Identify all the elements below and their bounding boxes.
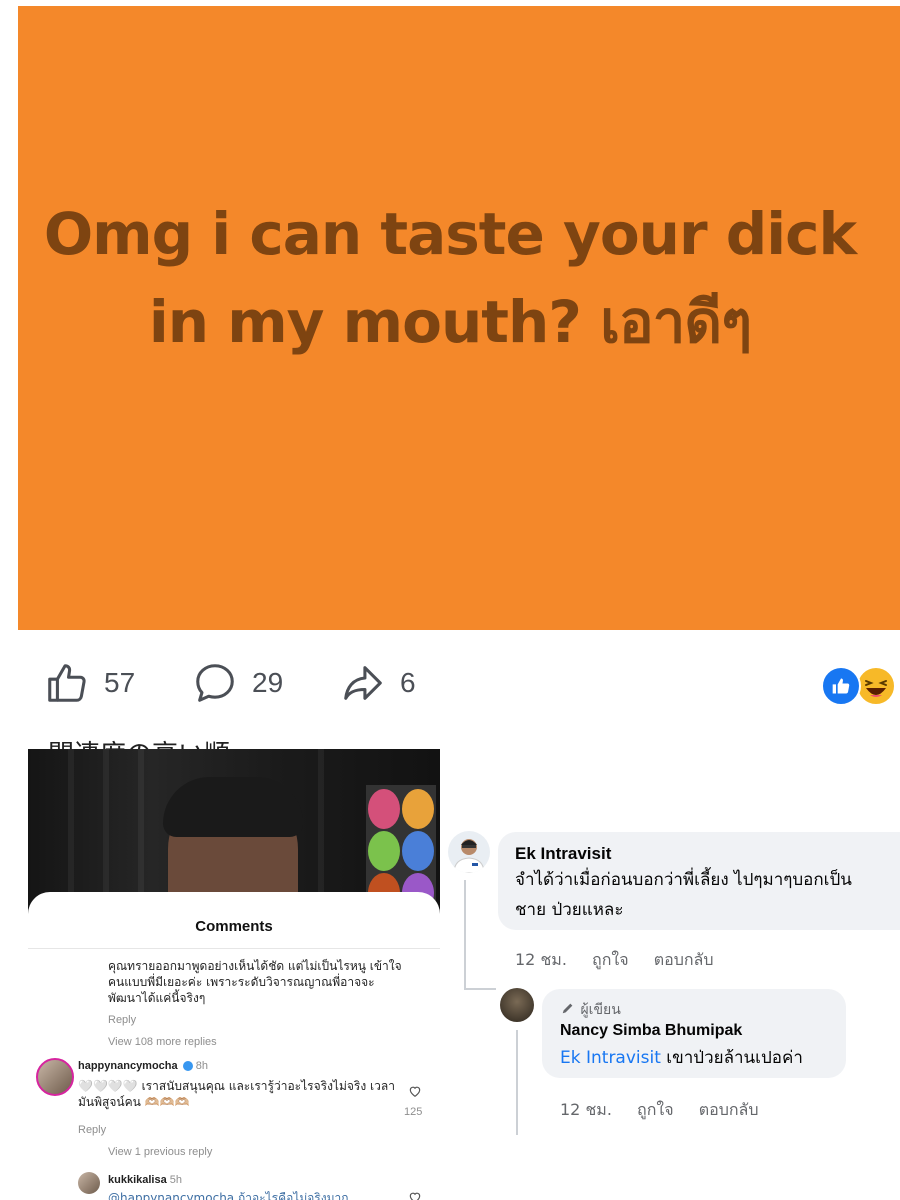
comments-title: Comments [195, 918, 273, 935]
thread-line [464, 880, 466, 990]
comment-author-name[interactable]: Nancy Simba Bhumipak [560, 1022, 742, 1040]
comment-username[interactable]: happynancymocha [78, 1060, 178, 1072]
comment-author-name[interactable]: Ek Intravisit [515, 844, 611, 864]
pencil-icon [562, 1003, 573, 1014]
comment-text-line: Ek Intravisit เขาป่วยล้านเปอค่า [560, 1044, 803, 1072]
avatar[interactable] [78, 1172, 100, 1194]
avatar[interactable] [500, 988, 534, 1022]
comments-sheet: Comments คุณทรายออกมาพูดอย่างเห็นได้ชัด … [28, 892, 440, 1200]
comment-text: เขาป่วยล้านเปอค่า [666, 1048, 803, 1068]
haha-reaction-icon[interactable] [856, 666, 896, 706]
verified-badge-icon [182, 1061, 193, 1072]
comment-time: 12 ชม. [560, 1100, 612, 1119]
heart-icon[interactable] [408, 1190, 422, 1200]
like-reaction-icon[interactable] [821, 666, 861, 706]
post-action-bar: 57 29 6 [0, 650, 900, 714]
comment-meta: 12 ชม. ถูกใจ ตอบกลับ [515, 948, 734, 973]
mention-link[interactable]: Ek Intravisit [560, 1048, 661, 1068]
comment-time: 5h [169, 1174, 183, 1186]
reply-comment-link[interactable]: ตอบกลับ [654, 950, 714, 969]
comment-author[interactable]: happynancymocha 8h [78, 1060, 208, 1072]
like-comment-link[interactable]: ถูกใจ [637, 1100, 674, 1119]
person-hair [163, 777, 303, 837]
comment-button[interactable]: 29 [192, 660, 283, 706]
comment-username[interactable]: kukkikalisa [108, 1174, 167, 1186]
comment-meta: 12 ชม. ถูกใจ ตอบกลับ [560, 1098, 779, 1123]
comment-time: 8h [195, 1060, 209, 1072]
like-count: 125 [404, 1106, 423, 1118]
reply-comment-link[interactable]: ตอบกลับ [699, 1100, 759, 1119]
post-text: Omg i can taste your dick in my mouth? เ… [43, 200, 857, 356]
comment-time: 12 ชม. [515, 950, 567, 969]
view-previous-reply-link[interactable]: View 1 previous reply [108, 1146, 212, 1158]
author-badge-label: ผู้เขียน [580, 1002, 621, 1018]
share-arrow-icon [340, 660, 386, 706]
reply-link[interactable]: Reply [78, 1124, 106, 1136]
comment-text: คุณทรายออกมาพูดอย่างเห็นได้ชัด แต่ไม่เป็… [108, 959, 402, 1005]
author-badge: ผู้เขียน [560, 999, 621, 1021]
comment-text: @happynancymocha ถ้าอะไรคือไม่จริงมาก [108, 1191, 349, 1200]
reply-link[interactable]: Reply [108, 1014, 136, 1026]
avatar[interactable] [448, 831, 490, 873]
like-button[interactable]: 57 [44, 660, 135, 706]
comment-bubble-icon [192, 660, 238, 706]
comment-count: 29 [252, 667, 284, 698]
thread-line [516, 1030, 518, 1135]
like-comment-link[interactable]: ถูกใจ [592, 950, 629, 969]
share-count: 6 [400, 667, 416, 698]
thread-line [464, 988, 496, 990]
comment-text-line: จำได้ว่าเมื่อก่อนบอกว่าพี่เลี้ยง ไปๆมาๆบ… [515, 870, 852, 890]
share-button[interactable]: 6 [340, 660, 416, 706]
thumbs-up-icon [44, 660, 90, 706]
divider [28, 948, 440, 949]
avatar[interactable] [36, 1058, 74, 1096]
instagram-screenshot: Comments คุณทรายออกมาพูดอย่างเห็นได้ชัด … [28, 749, 440, 1200]
like-count: 57 [104, 667, 136, 698]
comment-text: 🤍🤍🤍🤍 เราสนับสนุนคุณ และเรารู้ว่าอะไรจริง… [78, 1079, 395, 1109]
heart-icon[interactable] [408, 1084, 422, 1098]
comment-author[interactable]: kukkikalisa 5h [108, 1174, 182, 1186]
view-more-replies-link[interactable]: View 108 more replies [108, 1036, 217, 1048]
comment-text-line: ชาย ป่วยแหละ [515, 900, 624, 920]
